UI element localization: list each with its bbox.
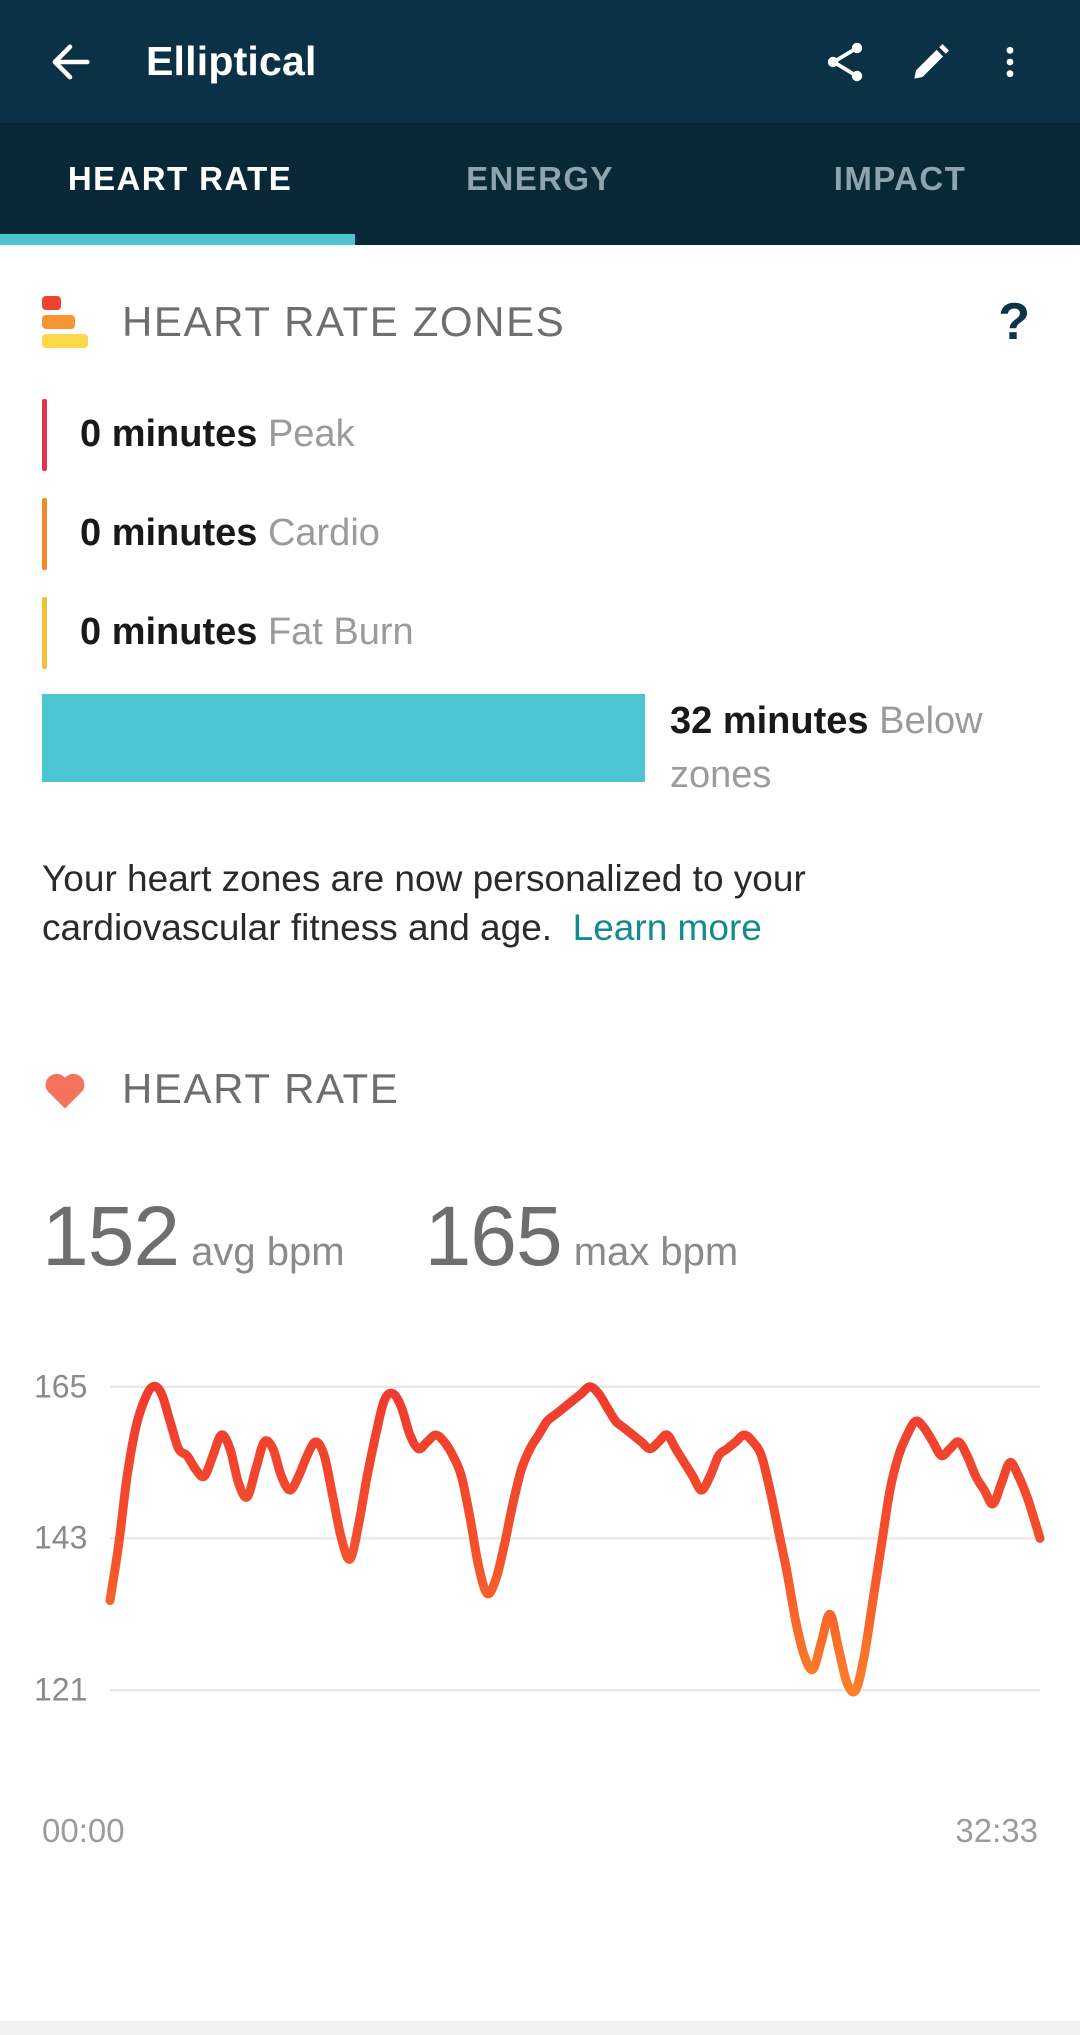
- heart-icon: [42, 1068, 88, 1110]
- zone-name-peak: Peak: [268, 413, 355, 455]
- zone-color-stripe-cardio: [42, 498, 47, 570]
- share-button[interactable]: [802, 19, 888, 105]
- arrow-left-icon: [44, 36, 96, 88]
- heart-rate-title: HEART RATE: [122, 1065, 399, 1113]
- y-axis-tick-143: 143: [34, 1520, 87, 1557]
- chart-gridlines: [110, 1387, 1040, 1690]
- tab-heart-rate[interactable]: HEART RATE: [0, 123, 360, 245]
- bottom-strip: [0, 2021, 1080, 2035]
- zone-row-peak: 0 minutes Peak: [0, 385, 1080, 484]
- tab-bar: HEART RATE ENERGY IMPACT: [0, 123, 1080, 245]
- tab-impact[interactable]: IMPACT: [720, 123, 1080, 245]
- max-bpm-unit: max bpm: [574, 1230, 739, 1275]
- zone-row-cardio: 0 minutes Cardio: [0, 484, 1080, 583]
- heart-rate-zones-icon: [42, 296, 88, 348]
- edit-button[interactable]: [888, 19, 974, 105]
- zone-row-fat-burn: 0 minutes Fat Burn: [0, 583, 1080, 682]
- zone-name-cardio: Cardio: [268, 512, 380, 554]
- learn-more-link[interactable]: Learn more: [573, 907, 762, 948]
- heart-rate-stats: 152 avg bpm 165 max bpm: [0, 1194, 1080, 1278]
- help-icon[interactable]: ?: [998, 296, 1038, 348]
- zone-name-fat-burn: Fat Burn: [268, 611, 414, 653]
- personalization-note: Your heart zones are now personalized to…: [0, 854, 920, 952]
- tab-energy[interactable]: ENERGY: [360, 123, 720, 245]
- x-axis-end-label: 32:33: [955, 1812, 1038, 1850]
- zone-color-stripe-fat-burn: [42, 597, 47, 669]
- y-axis-tick-121: 121: [34, 1672, 87, 1709]
- app-bar: Elliptical: [0, 0, 1080, 123]
- below-zones-minutes: 32 minutes: [670, 700, 869, 742]
- page-title: Elliptical: [146, 38, 317, 85]
- zone-minutes-fat-burn: 0 minutes: [80, 611, 257, 653]
- tab-content-heart-rate: HEART RATE ZONES ? 0 minutes Peak 0 minu…: [0, 245, 1080, 2035]
- zone-row-below-zones: 32 minutes Below zones: [0, 682, 1080, 802]
- y-axis-tick-165: 165: [34, 1368, 87, 1405]
- active-tab-indicator: [0, 234, 355, 245]
- heart-rate-zone-list: 0 minutes Peak 0 minutes Cardio 0 minute…: [0, 385, 1080, 802]
- zone-color-stripe-peak: [42, 399, 47, 471]
- stat-avg-bpm: 152 avg bpm: [42, 1194, 345, 1278]
- avg-bpm-value: 152: [42, 1194, 179, 1278]
- zone-label-fat-burn: 0 minutes Fat Burn: [80, 611, 414, 654]
- more-vertical-icon: [990, 42, 1030, 82]
- workout-detail-screen: Elliptical HEART RATE: [0, 0, 1080, 2035]
- pencil-icon: [908, 39, 954, 85]
- back-button[interactable]: [34, 26, 106, 98]
- overflow-menu-button[interactable]: [974, 19, 1046, 105]
- heart-rate-chart[interactable]: 165 143 121: [0, 1332, 1080, 1802]
- heart-rate-zones-title: HEART RATE ZONES: [122, 298, 565, 346]
- avg-bpm-unit: avg bpm: [191, 1230, 344, 1275]
- heart-rate-chart-svg: [0, 1332, 1080, 1802]
- zone-minutes-cardio: 0 minutes: [80, 512, 257, 554]
- heart-rate-zones-header: HEART RATE ZONES ?: [0, 281, 1080, 363]
- stat-max-bpm: 165 max bpm: [425, 1194, 739, 1278]
- zone-label-peak: 0 minutes Peak: [80, 413, 355, 456]
- zone-label-cardio: 0 minutes Cardio: [80, 512, 380, 555]
- share-icon: [821, 38, 869, 86]
- below-zones-bar: [42, 694, 645, 782]
- x-axis-start-label: 00:00: [42, 1812, 125, 1850]
- zone-minutes-peak: 0 minutes: [80, 413, 257, 455]
- below-zones-label: 32 minutes Below zones: [670, 694, 1030, 802]
- chart-x-axis: 00:00 32:33: [0, 1812, 1080, 1850]
- heart-rate-header: HEART RATE: [0, 1048, 1080, 1130]
- max-bpm-value: 165: [425, 1194, 562, 1278]
